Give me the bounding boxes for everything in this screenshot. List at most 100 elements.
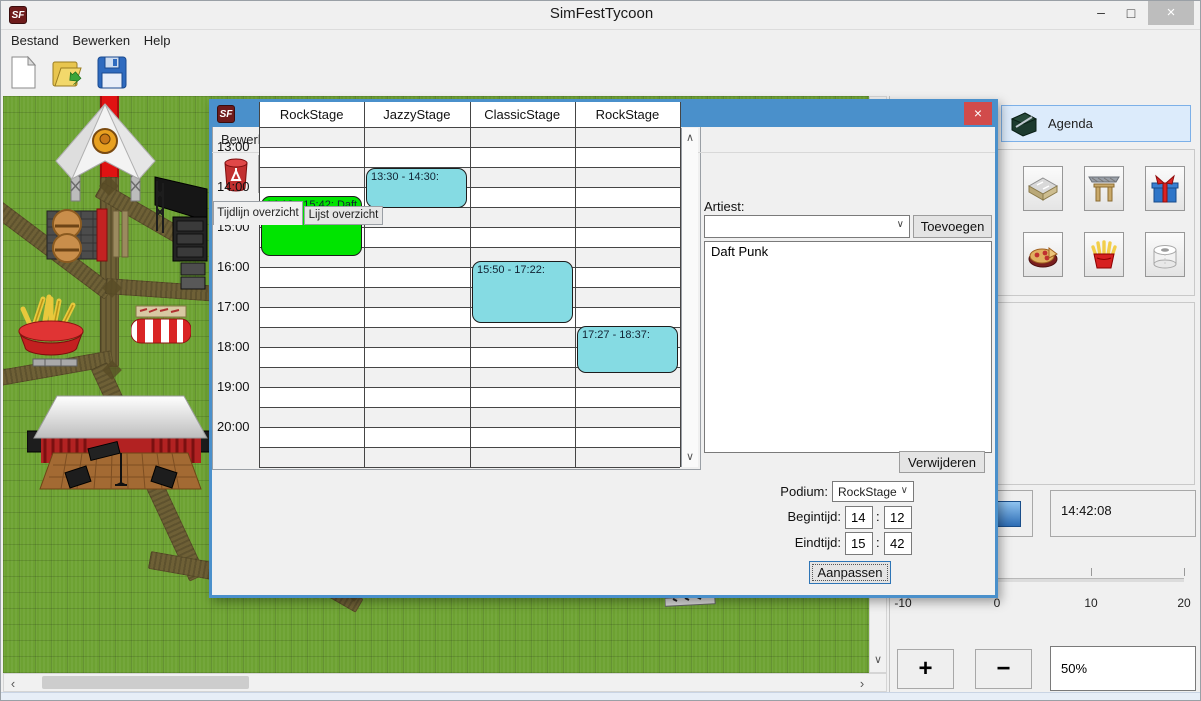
schedule-scrollbar[interactable]: ∧ ∨	[681, 128, 698, 467]
schedule-grid[interactable]: 14:12 - 15:42: Daft Punk13:30 - 14:30:15…	[212, 128, 680, 468]
menu-bewerken[interactable]: Bewerken	[72, 33, 130, 48]
scroll-right-icon[interactable]: ›	[856, 676, 868, 691]
schedule-row-cell[interactable]	[259, 448, 680, 468]
save-file-icon	[97, 56, 127, 90]
zoom-in-button[interactable]: +	[897, 649, 954, 689]
fries-icon	[1088, 240, 1120, 270]
save-file-button[interactable]	[93, 53, 131, 93]
menu-help[interactable]: Help	[144, 33, 171, 48]
add-artist-button[interactable]: Toevoegen	[913, 215, 992, 238]
schedule-column-header: RockStage	[575, 102, 680, 128]
main-toolbar	[5, 53, 131, 93]
scroll-down-icon[interactable]: ∨	[870, 653, 886, 666]
timeline-panel: 13:0014:0015:0016:0017:0018:0019:0020:00…	[212, 102, 701, 470]
time-separator: :	[876, 535, 880, 550]
apply-button[interactable]: Aanpassen	[809, 561, 891, 584]
artist-combobox[interactable]: ∨	[704, 215, 910, 238]
podium-combobox[interactable]: RockStage ∨	[832, 481, 914, 502]
maximize-button[interactable]: □	[1119, 5, 1143, 21]
schedule-row-cell[interactable]	[259, 388, 680, 408]
end-time-label: Eindtijd:	[742, 535, 841, 550]
schedule-column-header: ClassicStage	[470, 102, 575, 128]
road-tile-icon	[1027, 174, 1059, 204]
minimize-button[interactable]: –	[1089, 4, 1113, 20]
chevron-down-icon: ∨	[901, 485, 908, 496]
start-hour-input[interactable]	[845, 506, 873, 529]
new-file-icon	[11, 56, 37, 90]
item-button-fries[interactable]	[1084, 232, 1124, 277]
schedule-row-cell[interactable]	[259, 268, 680, 288]
podium-label: Podium:	[732, 484, 828, 499]
slider-tick	[1184, 568, 1185, 576]
artist-list-item[interactable]: Daft Punk	[705, 242, 991, 261]
start-time-label: Begintijd:	[742, 509, 841, 524]
new-file-button[interactable]	[5, 53, 43, 93]
slider-tick-label: 0	[977, 596, 1017, 610]
black-stage-truss[interactable]	[147, 171, 211, 291]
artist-label: Artiest:	[704, 199, 744, 214]
tab-list-overview[interactable]: Lijst overzicht	[304, 206, 383, 225]
tab-timeline-overview[interactable]: Tijdlijn overzicht	[213, 201, 303, 225]
slider-tick-label: -10	[883, 596, 923, 610]
game-clock: 14:42:08	[1050, 490, 1196, 537]
schedule-row-cell[interactable]	[259, 288, 680, 308]
toilet-paper-icon	[1149, 240, 1181, 270]
striped-stand[interactable]	[131, 304, 191, 346]
schedule-row-cell[interactable]	[259, 128, 680, 148]
chevron-down-icon: ∨	[897, 219, 904, 230]
scrollbar-thumb[interactable]	[42, 676, 249, 689]
scroll-left-icon[interactable]: ‹	[7, 676, 19, 691]
burger-stand[interactable]	[45, 203, 129, 265]
time-separator: :	[876, 509, 880, 524]
dialog-close-button[interactable]: ×	[964, 102, 992, 125]
fries-stand[interactable]	[15, 293, 87, 371]
schedule-row-cell[interactable]	[259, 428, 680, 448]
schedule-event[interactable]: 17:27 - 18:37:	[577, 326, 678, 373]
agenda-dialog: SF Agenda - MyEvent × Bewerken Beeld	[209, 99, 998, 598]
gift-icon	[1149, 174, 1181, 204]
schedule-event[interactable]: 15:50 - 17:22:	[472, 261, 573, 322]
start-minute-input[interactable]	[884, 506, 912, 529]
scroll-up-icon[interactable]: ∧	[682, 131, 698, 144]
stage-gate-icon	[1088, 174, 1120, 204]
white-tent[interactable]	[53, 101, 158, 213]
zoom-value-box: 50%	[1050, 646, 1196, 691]
scroll-down-icon[interactable]: ∨	[682, 450, 698, 463]
agenda-button-label: Agenda	[1048, 116, 1093, 131]
zoom-out-button[interactable]: −	[975, 649, 1032, 689]
slider-tick-label: 10	[1071, 596, 1111, 610]
slider-tick-label: 20	[1164, 596, 1201, 610]
agenda-button[interactable]: Agenda	[1001, 105, 1191, 142]
window-title: SimFestTycoon	[1, 1, 1201, 27]
item-button-toilet-paper[interactable]	[1145, 232, 1185, 277]
schedule-row-cell[interactable]	[259, 168, 680, 188]
podium-combo-value: RockStage	[838, 485, 897, 499]
schedule-header: RockStageJazzyStageClassicStageRockStage	[259, 102, 680, 128]
close-button[interactable]: ×	[1148, 1, 1194, 25]
map-horizontal-scrollbar[interactable]: ‹ ›	[3, 673, 887, 692]
open-file-icon	[52, 56, 84, 90]
end-minute-input[interactable]	[884, 532, 912, 555]
item-button-stage-gate[interactable]	[1084, 166, 1124, 211]
schedule-row-cell[interactable]	[259, 148, 680, 168]
item-button-road[interactable]	[1023, 166, 1063, 211]
schedule-row-cell[interactable]	[259, 408, 680, 428]
pizza-icon	[1027, 240, 1059, 270]
status-strip	[1, 692, 1201, 701]
schedule-column-header: JazzyStage	[364, 102, 469, 128]
remove-artist-button[interactable]: Verwijderen	[899, 451, 985, 473]
end-hour-input[interactable]	[845, 532, 873, 555]
artist-listbox[interactable]: Daft Punk	[704, 241, 992, 453]
menu-bestand[interactable]: Bestand	[11, 33, 59, 48]
item-button-gift[interactable]	[1145, 166, 1185, 211]
item-button-pizza[interactable]	[1023, 232, 1063, 277]
schedule-event[interactable]: 13:30 - 14:30:	[366, 168, 467, 208]
schedule-column-header: RockStage	[259, 102, 364, 128]
clock-value: 14:42:08	[1061, 503, 1112, 518]
main-stage[interactable]	[27, 393, 215, 493]
open-file-button[interactable]	[49, 53, 87, 93]
schedule-row-cell[interactable]	[259, 308, 680, 328]
menu-bar: Bestand Bewerken Help	[1, 29, 1201, 52]
main-window: SF SimFestTycoon – □ × Bestand Bewerken …	[0, 0, 1201, 701]
zoom-value: 50%	[1061, 661, 1087, 676]
